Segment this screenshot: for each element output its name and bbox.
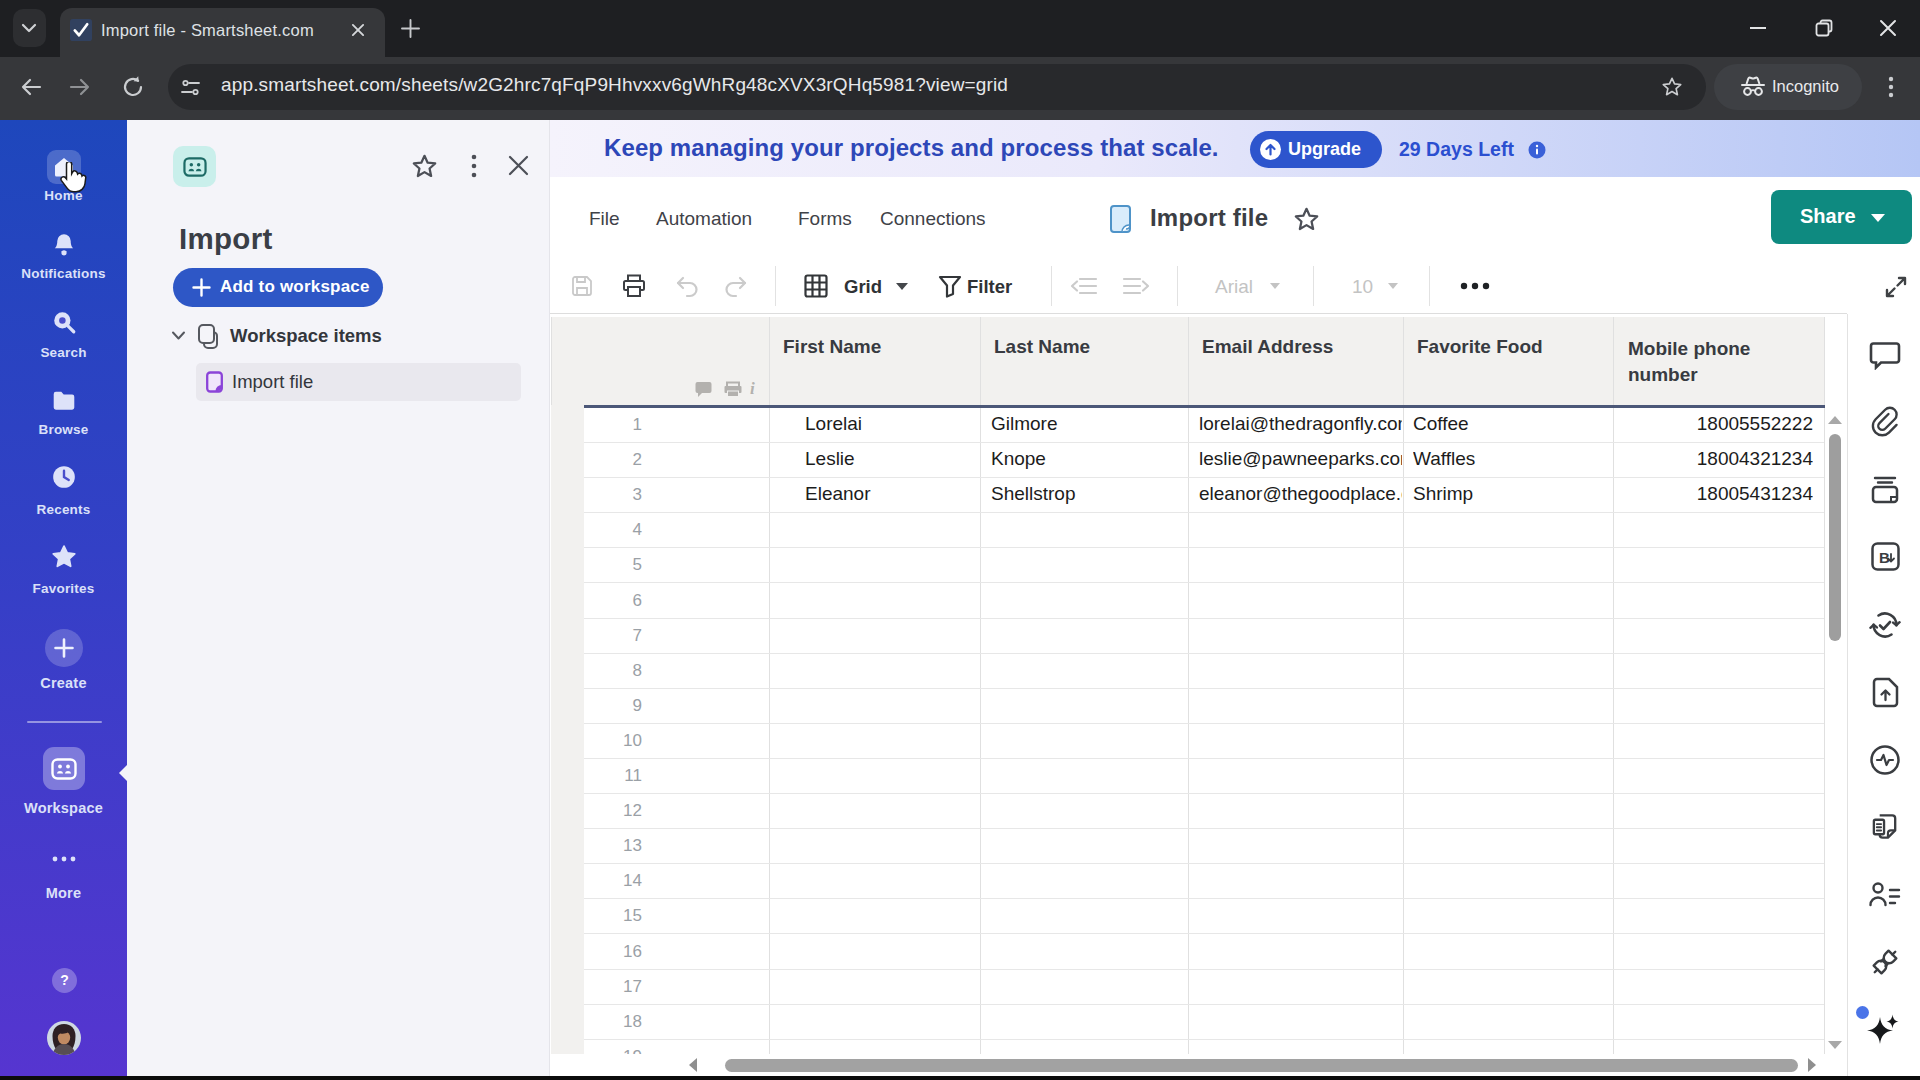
svg-text:B: B xyxy=(1879,549,1890,566)
